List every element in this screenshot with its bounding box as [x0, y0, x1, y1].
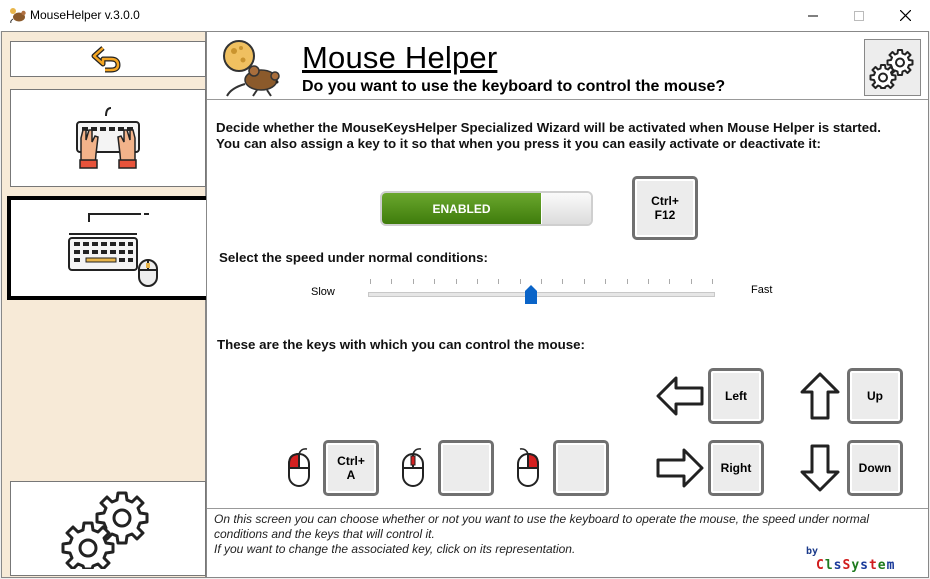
by-label: by: [806, 546, 819, 557]
minimize-icon: [808, 15, 818, 16]
slider-tick: [434, 279, 436, 284]
slider-tick: [583, 279, 585, 284]
settings-button[interactable]: [864, 39, 921, 96]
page-subtitle: Do you want to use the keyboard to contr…: [302, 78, 726, 95]
middle-click-key-button[interactable]: [438, 440, 494, 496]
hotkey-line-2: F12: [654, 208, 676, 222]
mouse-right-button-icon: [517, 448, 539, 487]
maximize-button[interactable]: [836, 0, 882, 31]
mouse-middle-button-icon: [402, 448, 424, 487]
slider-tick: [712, 279, 713, 284]
help-text-line-1: On this screen you can choose whether or…: [214, 512, 870, 541]
sidebar-item-mouse-keys[interactable]: [7, 196, 210, 300]
brand-letter: e: [877, 558, 887, 573]
right-click-key-button[interactable]: [553, 440, 609, 496]
sidebar-item-keyboard[interactable]: [10, 89, 206, 187]
slider-tick: [669, 279, 671, 284]
slider-tick: [391, 279, 393, 284]
left-click-key-button[interactable]: Ctrl+ A: [323, 440, 379, 496]
page-title: Mouse Helper: [302, 40, 498, 75]
left-click-key-line-1: Ctrl+: [337, 454, 365, 468]
brand-letter: l: [824, 558, 834, 573]
window-title: MouseHelper v.3.0.0: [30, 8, 140, 22]
up-key-label: Up: [867, 389, 883, 403]
description: Decide whether the MouseKeysHelper Speci…: [216, 120, 906, 151]
brand-letter: S: [842, 558, 852, 573]
slider-tick: [519, 279, 521, 284]
arrow-left-icon: [653, 369, 707, 423]
description-line-2: You can also assign a key to it so that …: [216, 135, 821, 151]
slider-tick: [605, 279, 607, 284]
speed-slider-thumb[interactable]: [524, 285, 537, 304]
close-button[interactable]: [882, 0, 928, 31]
down-key-label: Down: [858, 461, 892, 475]
slider-tick: [498, 279, 500, 284]
header: Mouse Helper Do you want to use the keyb…: [207, 32, 928, 100]
brand-letter: m: [886, 558, 896, 573]
slow-label: Slow: [311, 286, 335, 298]
mouse-cheese-icon: [223, 40, 280, 97]
arrow-down-icon: [793, 441, 847, 495]
up-key-button[interactable]: Up: [847, 368, 903, 424]
slider-tick: [412, 279, 414, 284]
right-key-button[interactable]: Right: [708, 440, 764, 496]
fast-label: Fast: [751, 284, 773, 296]
brand-letter: t: [868, 558, 878, 573]
minimize-button[interactable]: [790, 0, 836, 31]
sidebar-item-settings[interactable]: [10, 481, 206, 576]
arrow-right-icon: [653, 441, 707, 495]
enabled-toggle[interactable]: ENABLED: [380, 191, 593, 226]
toggle-knob: [542, 193, 591, 224]
mouse-left-button-icon: [288, 448, 310, 487]
right-key-label: Right: [720, 461, 752, 475]
maximize-icon: [854, 10, 864, 21]
undo-arrow-icon: [91, 46, 121, 73]
main-panel: Mouse Helper Do you want to use the keyb…: [206, 31, 929, 578]
back-button[interactable]: [10, 41, 206, 77]
slider-tick: [541, 279, 542, 284]
hotkey-button[interactable]: Ctrl+ F12: [632, 176, 698, 240]
brand-letter: C: [816, 558, 825, 573]
description-line-1: Decide whether the MouseKeysHelper Speci…: [216, 120, 881, 135]
slider-tick: [370, 279, 371, 284]
slider-tick: [562, 279, 564, 284]
slider-tick: [455, 279, 457, 284]
hotkey-line-1: Ctrl+: [651, 194, 679, 208]
left-click-key-line-2: A: [346, 468, 356, 482]
keys-label: These are the keys with which you can co…: [217, 337, 585, 352]
close-icon: [899, 10, 911, 21]
toggle-label: ENABLED: [382, 193, 541, 224]
arrow-up-icon: [793, 369, 847, 423]
speed-slider-track[interactable]: [368, 292, 715, 297]
slider-tick: [626, 279, 628, 284]
title-bar: MouseHelper v.3.0.0: [0, 0, 930, 31]
app-icon: [10, 8, 26, 23]
left-key-label: Left: [725, 389, 747, 403]
gears-icon: [61, 491, 149, 569]
brand-letter: s: [860, 558, 869, 573]
down-key-button[interactable]: Down: [847, 440, 903, 496]
footer: On this screen you can choose whether or…: [207, 508, 928, 578]
left-key-button[interactable]: Left: [708, 368, 764, 424]
brand-logo: ClsSystem: [816, 558, 895, 573]
speed-label: Select the speed under normal conditions…: [219, 250, 488, 265]
slider-tick: [476, 279, 478, 284]
gears-icon: [869, 48, 913, 89]
slider-tick: [647, 279, 649, 284]
keyboard-mouse-icon: [67, 213, 158, 287]
brand-letter: y: [851, 558, 861, 573]
slider-tick: [690, 279, 692, 284]
hands-on-keyboard-icon: [76, 107, 140, 169]
sidebar: [1, 31, 210, 578]
